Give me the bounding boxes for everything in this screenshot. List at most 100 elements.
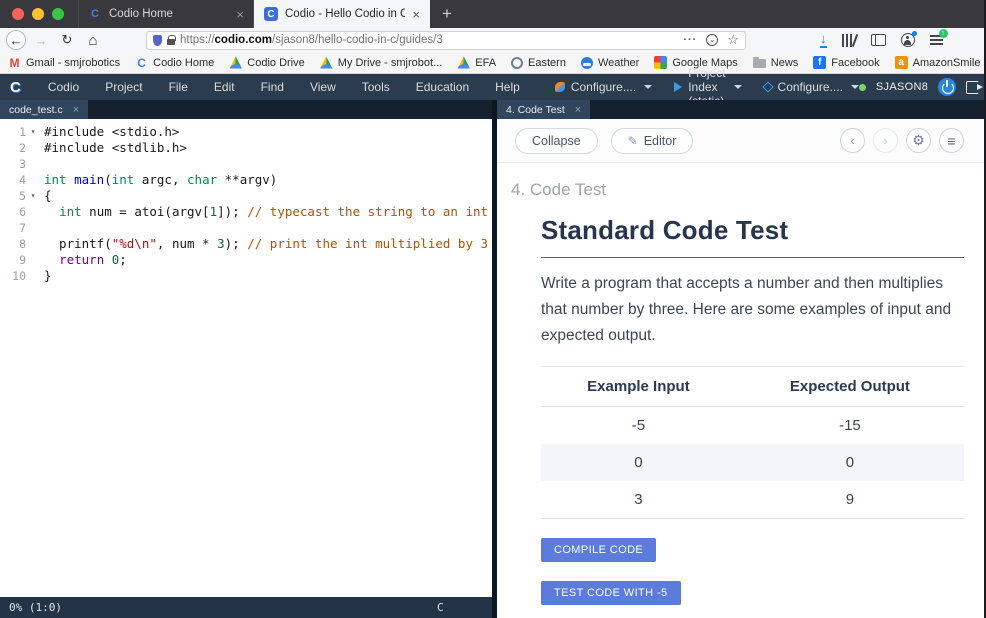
language-mode-label[interactable]: C	[437, 601, 444, 614]
code-text: }	[44, 268, 52, 284]
bookmark-item[interactable]: CCodio Home	[135, 56, 214, 69]
line-gutter[interactable]: 2	[0, 140, 44, 156]
line-gutter[interactable]: 1▾	[0, 124, 44, 140]
title-divider	[541, 257, 964, 258]
editor-panel: code_test.c × 1▾#include <stdio.h>2#incl…	[0, 100, 492, 618]
menu-item-tools[interactable]: Tools	[349, 80, 403, 94]
home-button[interactable]: ⌂	[82, 30, 104, 50]
url-bar[interactable]: https://codio.com/sjason8/hello-codio-in…	[146, 31, 746, 50]
bookmark-item[interactable]: EFA	[457, 56, 496, 69]
browser-tab[interactable]: CCodio Home×	[78, 0, 254, 28]
fold-arrow-icon[interactable]: ▾	[26, 124, 40, 140]
table-row: 00	[541, 444, 964, 481]
test-code-button[interactable]: TEST CODE WITH -5	[541, 581, 681, 605]
code-token	[44, 252, 59, 267]
downloads-icon[interactable]: ↓	[820, 33, 827, 48]
restart-box-icon[interactable]	[938, 78, 956, 96]
tab-close-icon[interactable]: ×	[236, 7, 244, 22]
settings-gear-icon[interactable]: ⚙	[906, 128, 931, 153]
code-token: int	[44, 172, 67, 187]
bookmark-item[interactable]: Codio Drive	[229, 56, 304, 69]
menu-item-education[interactable]: Education	[403, 80, 482, 94]
next-page-button[interactable]: ›	[873, 128, 898, 153]
diamond-icon	[762, 81, 773, 92]
fold-arrow-icon[interactable]: ▾	[26, 188, 40, 204]
browser-tab-label: Codio - Hello Codio in C	[285, 8, 405, 20]
collapse-button[interactable]: Collapse	[515, 128, 598, 154]
line-gutter[interactable]: 10	[0, 268, 44, 284]
close-file-tab-icon[interactable]: ×	[73, 104, 79, 116]
pencil-icon: ✎	[628, 134, 638, 148]
code-text: {	[44, 188, 52, 204]
code-token: ;	[119, 252, 127, 267]
menu-item-codio[interactable]: Codio	[35, 80, 92, 94]
line-gutter[interactable]: 3	[0, 156, 44, 172]
close-window-button[interactable]	[12, 8, 24, 20]
line-gutter[interactable]: 8	[0, 236, 44, 252]
page-actions-icon[interactable]: ···	[683, 34, 697, 46]
bookmark-item[interactable]: MGmail - smjrobotics	[8, 56, 120, 69]
menu-icon[interactable]: ↑	[930, 35, 943, 44]
table-cell: -15	[736, 406, 964, 444]
menu-item-view[interactable]: View	[297, 80, 349, 94]
code-token: char	[187, 172, 217, 187]
forward-button[interactable]: →	[30, 30, 52, 50]
menu-item-help[interactable]: Help	[482, 80, 533, 94]
tracking-shield-icon[interactable]	[153, 35, 162, 46]
bookmark-star-icon[interactable]: ☆	[727, 32, 739, 48]
guide-content: 4. Code Test Standard Code Test Write a …	[497, 163, 984, 618]
minimize-window-button[interactable]	[32, 8, 44, 20]
menu-item-edit[interactable]: Edit	[201, 80, 248, 94]
browser-tab[interactable]: C Codio - Hello Codio in C ×	[254, 0, 430, 28]
code-token: **argv)	[217, 172, 277, 187]
guide-toolbar: Collapse ✎Editor ‹ › ⚙ ≡	[497, 119, 984, 163]
menu-item-find[interactable]: Find	[248, 80, 297, 94]
prev-page-button[interactable]: ‹	[840, 128, 865, 153]
close-guide-tab-icon[interactable]: ×	[575, 104, 581, 116]
codio-logo-icon[interactable]: C	[10, 79, 21, 96]
new-tab-button[interactable]: +	[430, 0, 464, 28]
fold-spacer	[26, 140, 40, 156]
code-text: printf("%d\n", num * 3); // print the in…	[44, 236, 488, 252]
reload-button[interactable]: ↻	[56, 30, 78, 50]
codio-favicon-icon: C	[264, 7, 278, 21]
fold-spacer	[26, 252, 40, 268]
back-button[interactable]: ←	[6, 30, 26, 50]
line-gutter[interactable]: 9	[0, 252, 44, 268]
line-number: 6	[0, 204, 26, 220]
bookmark-item[interactable]: My Drive - smjrobot...	[320, 56, 443, 69]
editor-statusbar: 0% (1:0) C	[0, 597, 492, 618]
browser-window: CCodio Home×CCodio - Hello Codio in C× +…	[0, 0, 986, 618]
guide-panel: 4. Code Test × Collapse ✎Editor ‹ › ⚙ ≡ …	[497, 100, 984, 618]
line-number: 10	[0, 268, 26, 284]
editor-mode-button[interactable]: ✎Editor	[611, 128, 694, 154]
url-text[interactable]: https://codio.com/sjason8/hello-codio-in…	[180, 34, 678, 46]
line-gutter[interactable]: 4	[0, 172, 44, 188]
menu-item-project[interactable]: Project	[92, 80, 155, 94]
account-icon[interactable]	[901, 33, 915, 47]
code-token: , num *	[157, 236, 217, 251]
code-token: {	[44, 188, 52, 203]
line-gutter[interactable]: 7	[0, 220, 44, 236]
sidebar-icon[interactable]	[871, 34, 886, 46]
fold-spacer	[26, 172, 40, 188]
compile-code-button[interactable]: COMPILE CODE	[541, 538, 656, 562]
guide-tab[interactable]: 4. Code Test ×	[497, 100, 590, 119]
browser-tab-label: Codio Home	[109, 8, 229, 20]
line-gutter[interactable]: 6	[0, 204, 44, 220]
line-number: 2	[0, 140, 26, 156]
menu-item-file[interactable]: File	[156, 80, 201, 94]
library-icon[interactable]	[842, 34, 856, 47]
code-line: 9 return 0;	[0, 252, 492, 268]
zoom-window-button[interactable]	[52, 8, 64, 20]
code-token: "%d\n"	[112, 236, 157, 251]
tab-close-icon[interactable]: ×	[412, 7, 420, 22]
gmail-icon: M	[8, 56, 21, 69]
pocket-icon[interactable]: ⌄	[706, 34, 718, 46]
line-gutter[interactable]: 5▾	[0, 188, 44, 204]
logout-icon[interactable]	[966, 81, 979, 94]
guide-menu-icon[interactable]: ≡	[939, 128, 964, 153]
bookmark-item[interactable]: aAmazonSmile	[895, 56, 981, 69]
editor-file-tab[interactable]: code_test.c ×	[0, 100, 88, 119]
code-editor[interactable]: 1▾#include <stdio.h>2#include <stdlib.h>…	[0, 119, 492, 597]
